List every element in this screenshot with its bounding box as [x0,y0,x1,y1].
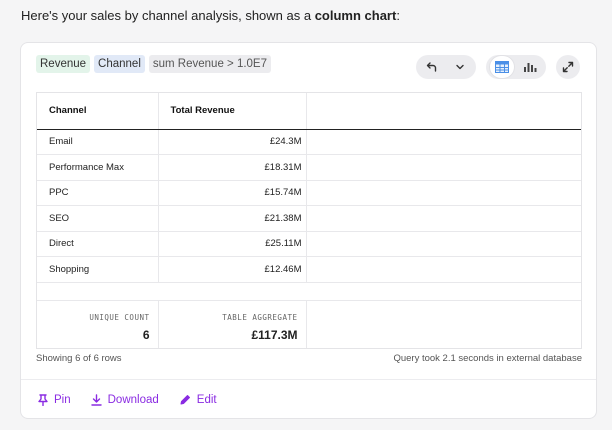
aggregate-empty-cell [306,300,581,348]
rows-shown-text: Showing 6 of 6 rows [36,353,122,364]
card-actions: Pin Download Edit [38,394,217,406]
spacer-cell [37,282,581,301]
column-header-channel[interactable]: Channel [37,93,159,130]
table-row: Email £24.3M [37,129,581,155]
cell-channel: PPC [37,180,159,206]
edit-icon [180,395,190,405]
query-time-text: Query took 2.1 seconds in external datab… [393,353,582,364]
query-tags: Revenue Channel sum Revenue > 1.0E7 [36,55,272,73]
unique-count-cell: UNIQUE COUNT 6 [37,300,159,348]
intro-text: Here's your sales by channel analysis, s… [21,8,400,23]
table-row: Direct £25.11M [37,231,581,257]
unique-count-label: UNIQUE COUNT [89,312,150,322]
history-dropdown-button[interactable] [448,56,472,78]
table-view-icon [495,61,509,73]
table-aggregate-label: TABLE AGGREGATE [222,312,298,322]
pin-icon [38,394,48,406]
view-toggle [486,55,546,79]
intro-emphasis: column chart [314,8,397,23]
cell-channel: Performance Max [37,154,159,181]
edit-button[interactable]: Edit [179,394,217,406]
table-row: Shopping £12.46M [37,256,581,283]
download-icon [90,394,102,406]
undo-pill [416,55,476,79]
chart-view-icon [524,63,537,72]
card-divider [21,379,596,380]
cell-revenue: £24.3M [158,129,307,155]
cell-empty [306,205,581,232]
expand-button[interactable] [556,55,580,79]
cell-empty [306,231,581,257]
table-aggregate-cell: TABLE AGGREGATE £117.3M [158,300,307,348]
undo-button[interactable] [420,56,444,78]
unique-count-value: 6 [142,327,150,342]
download-button[interactable]: Download [90,394,159,406]
pin-button[interactable]: Pin [38,394,71,406]
cell-revenue: £12.46M [158,256,307,283]
cell-revenue: £15.74M [158,180,307,206]
column-header-total-revenue[interactable]: Total Revenue [158,93,307,130]
cell-empty [306,256,581,283]
chevron-down-icon [456,64,464,70]
chart-view-button[interactable] [518,56,542,78]
intro-prefix: Here's your sales by channel analysis, s… [21,8,315,23]
cell-revenue: £25.11M [158,231,307,257]
download-label: Download [107,394,159,406]
tag-revenue[interactable]: Revenue [36,55,91,73]
undo-icon [426,62,437,72]
tag-filter[interactable]: sum Revenue > 1.0E7 [148,55,272,73]
column-header-empty [306,93,581,130]
table-spacer-row [37,282,581,301]
cell-empty [306,129,581,155]
cell-channel: SEO [37,205,159,232]
tag-channel[interactable]: Channel [94,55,145,73]
edit-label: Edit [196,394,217,406]
table-header-row: Channel Total Revenue [37,93,581,130]
table-view-button[interactable] [490,56,514,78]
expand-icon [562,61,574,73]
table-row: Performance Max £18.31M [37,154,581,181]
intro-suffix: : [396,8,400,23]
cell-empty [306,154,581,181]
cell-channel: Email [37,129,159,155]
cell-empty [306,180,581,206]
aggregate-row: UNIQUE COUNT 6 TABLE AGGREGATE £117.3M [37,300,581,348]
card-toolbar [416,55,580,79]
cell-revenue: £18.31M [158,154,307,181]
cell-channel: Direct [37,231,159,257]
cell-channel: Shopping [37,256,159,283]
pin-label: Pin [54,394,71,406]
result-card: Revenue Channel sum Revenue > 1.0E7 Chan… [20,42,597,419]
results-table: Channel Total Revenue Email £24.3M Perfo… [36,92,582,349]
table-row: SEO £21.38M [37,205,581,232]
cell-revenue: £21.38M [158,205,307,232]
table-aggregate-value: £117.3M [251,327,298,342]
table-row: PPC £15.74M [37,180,581,206]
